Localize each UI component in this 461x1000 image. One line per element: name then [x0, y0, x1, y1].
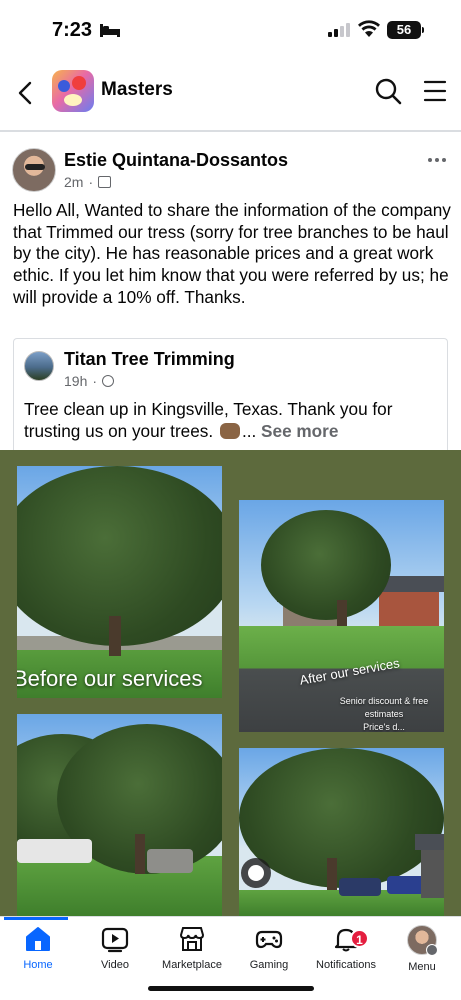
battery-nub: [422, 27, 424, 33]
group-header: Masters: [0, 62, 461, 132]
sleep-focus-icon: [100, 24, 120, 37]
tab-label-video: Video: [101, 959, 129, 971]
meta-separator: ·: [92, 373, 98, 389]
promo-line-2: estimates: [364, 709, 404, 719]
battery-icon: 56: [387, 21, 421, 39]
before-label: Before our services: [17, 666, 203, 691]
shared-text: Tree clean up in Kingsville, Texas. Than…: [24, 399, 442, 442]
search-icon[interactable]: [374, 77, 402, 105]
photo-4[interactable]: [239, 748, 444, 916]
globe-icon: [102, 375, 115, 387]
promo-line-1: Senior discount & free: [339, 696, 429, 706]
hamburger-menu-icon[interactable]: [423, 79, 447, 103]
photo-after[interactable]: After our services Senior discount & fre…: [239, 500, 444, 732]
marketplace-icon: [179, 927, 205, 951]
home-icon: [26, 927, 50, 951]
wifi-icon: [358, 20, 380, 37]
group-title[interactable]: Masters: [101, 79, 173, 101]
log-emoji-icon: [219, 422, 240, 439]
shared-page-name[interactable]: Titan Tree Trimming: [64, 349, 235, 370]
photo-before[interactable]: Before our services: [17, 466, 222, 698]
shared-post-card[interactable]: Titan Tree Trimming 19h · Tree clean up …: [13, 338, 448, 450]
tab-menu[interactable]: Menu: [376, 925, 461, 973]
home-indicator: [148, 986, 314, 991]
tab-label-home: Home: [23, 959, 53, 971]
promo-line-3: Price's d...: [363, 722, 405, 732]
post-time[interactable]: 2m: [64, 174, 83, 190]
page-avatar[interactable]: [24, 351, 54, 381]
photo-grid[interactable]: Before our services After our services S…: [0, 450, 461, 916]
photo-3[interactable]: [17, 714, 222, 916]
notification-badge: 1: [350, 929, 369, 948]
gaming-icon: [255, 930, 283, 949]
tab-label-gaming: Gaming: [249, 959, 289, 971]
camera-shutter-icon[interactable]: [241, 858, 271, 888]
cellular-signal-icon: [328, 23, 350, 37]
ellipsis: ...: [241, 420, 257, 441]
video-icon: [101, 927, 129, 953]
status-bar: 7:23 56: [0, 0, 461, 62]
back-icon[interactable]: [14, 80, 38, 106]
shared-meta: 19h ·: [64, 373, 115, 389]
active-tab-indicator: [4, 917, 68, 920]
post-text: Hello All, Wanted to share the informati…: [13, 200, 451, 307]
group-avatar[interactable]: [52, 70, 94, 112]
meta-separator: ·: [88, 174, 94, 190]
group-audience-icon: [98, 176, 112, 188]
status-time: 7:23: [52, 19, 93, 41]
shared-time[interactable]: 19h: [64, 373, 87, 389]
see-more-link[interactable]: See more: [261, 421, 338, 441]
profile-menu-icon: [407, 925, 438, 956]
tab-label-menu: Menu: [408, 961, 436, 973]
tab-label-notifications: Notifications: [316, 959, 376, 971]
tab-label-marketplace: Marketplace: [162, 959, 222, 971]
author-avatar[interactable]: [12, 148, 56, 192]
post-meta: 2m ·: [64, 174, 112, 190]
more-options-icon[interactable]: [428, 158, 446, 162]
post-author[interactable]: Estie Quintana-Dossantos: [64, 150, 288, 171]
